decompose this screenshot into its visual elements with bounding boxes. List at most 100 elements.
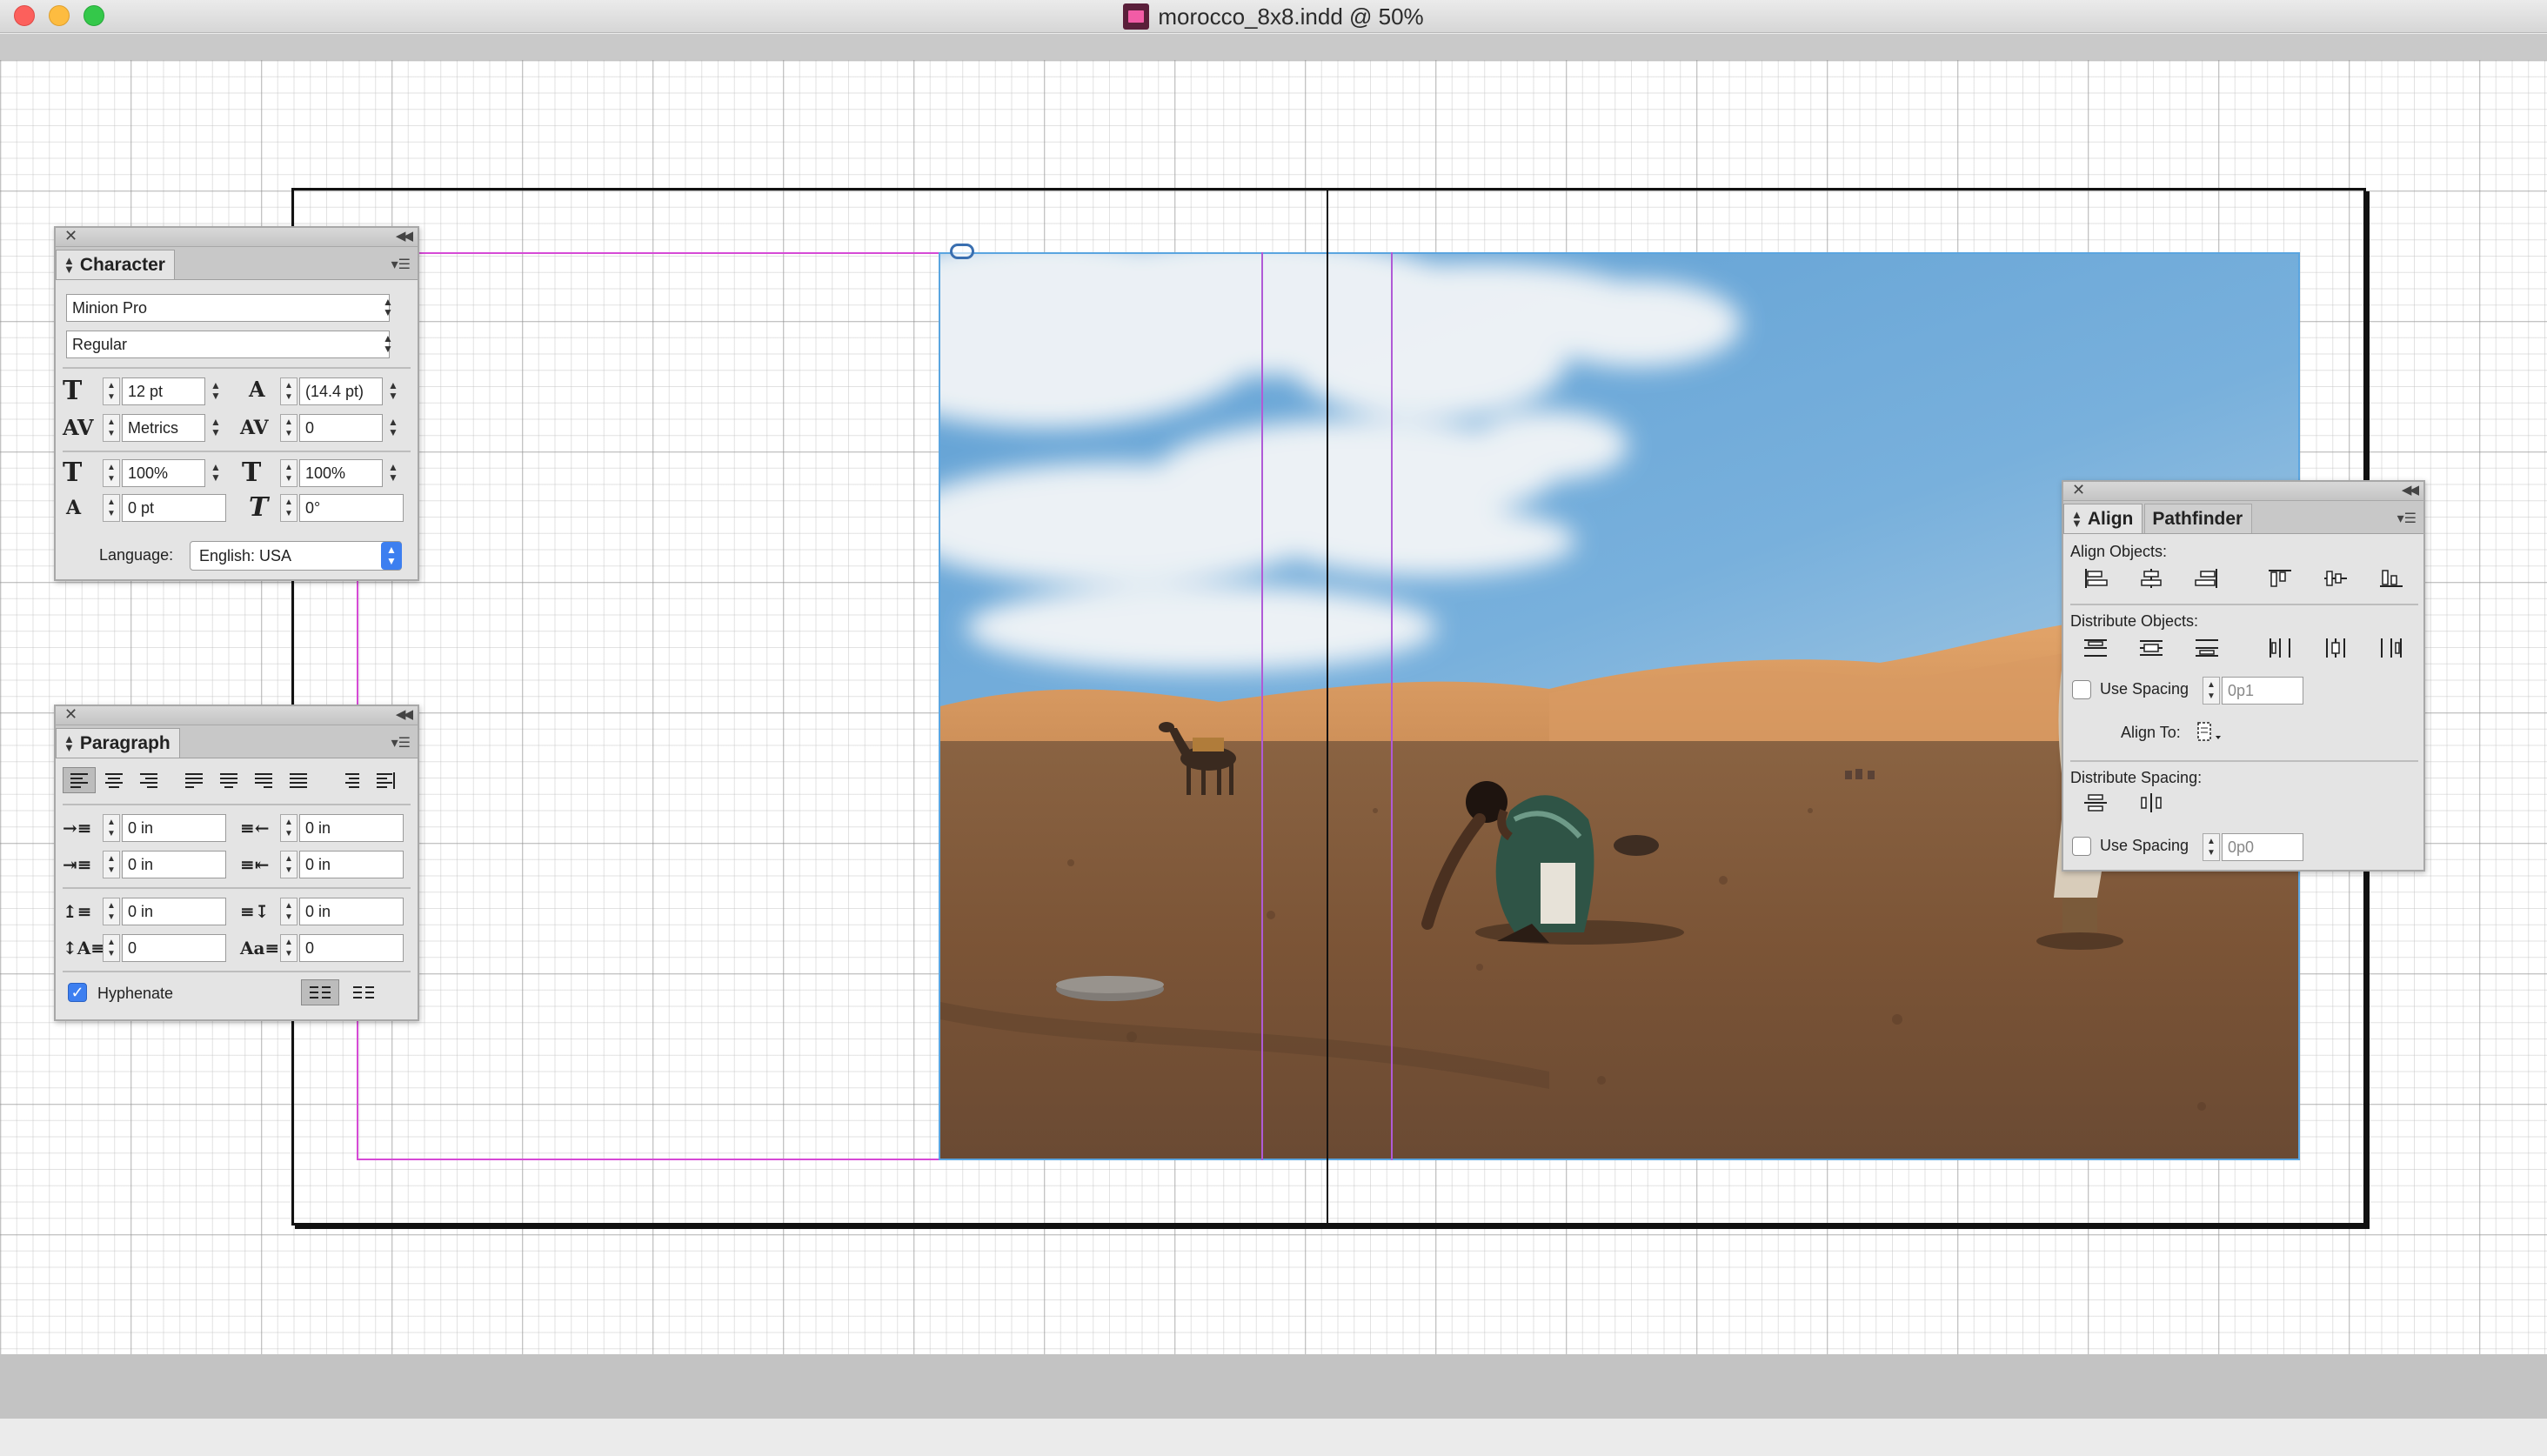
align-top-edges-icon[interactable]	[2263, 565, 2296, 591]
align-horizontal-centers-icon[interactable]	[2135, 565, 2168, 591]
font-style-field[interactable]: Regular	[66, 331, 390, 358]
distribute-horizontal-centers-icon[interactable]	[2319, 635, 2352, 661]
kerning-dropdown-icon[interactable]: ▲ ▼	[207, 414, 224, 442]
font-style-dropdown-icon[interactable]: ▲ ▼	[379, 331, 397, 358]
use-spacing-checkbox[interactable]	[2072, 680, 2091, 699]
leading-icon: A	[249, 377, 265, 402]
distribute-horizontal-space-icon[interactable]	[2135, 790, 2168, 816]
single-line-composer-icon[interactable]	[301, 979, 339, 1005]
vertical-scale-icon: T	[63, 458, 83, 488]
skew-field[interactable]: 0°	[299, 494, 404, 522]
horizontal-scale-dropdown-icon[interactable]: ▲ ▼	[384, 459, 402, 487]
align-right-edges-icon[interactable]	[2190, 565, 2223, 591]
close-panel-icon[interactable]: ✕	[64, 227, 77, 245]
vertical-scale-dropdown-icon[interactable]: ▲ ▼	[207, 459, 224, 487]
distribute-vertical-space-icon[interactable]	[2079, 790, 2112, 816]
drop-cap-lines-field[interactable]: 0	[122, 934, 226, 962]
panel-menu-icon[interactable]: ▾☰	[391, 734, 411, 751]
align-to-selection-icon[interactable]	[2189, 718, 2232, 745]
distribute-right-edges-icon[interactable]	[2375, 635, 2408, 661]
objects-spacing-stepper[interactable]: ▲ ▼	[2203, 677, 2220, 705]
objects-spacing-field[interactable]: 0p1	[2222, 677, 2303, 705]
right-indent-stepper[interactable]: ▲ ▼	[280, 814, 297, 842]
align-vertical-centers-icon[interactable]	[2319, 565, 2352, 591]
leading-field[interactable]: (14.4 pt)	[299, 377, 383, 405]
tab-toggle-icon: ▲ ▼	[2071, 508, 2082, 530]
last-line-indent-field[interactable]: 0 in	[299, 851, 404, 878]
distribute-vertical-centers-icon[interactable]	[2135, 635, 2168, 661]
tab-toggle-icon: ▲ ▼	[64, 254, 75, 276]
panel-menu-icon[interactable]: ▾☰	[2397, 510, 2417, 527]
use-spacing-checkbox-2[interactable]	[2072, 837, 2091, 856]
font-family-field[interactable]: Minion Pro	[66, 294, 390, 322]
kerning-field[interactable]: Metrics	[122, 414, 205, 442]
tracking-stepper[interactable]: ▲ ▼	[280, 414, 297, 442]
tab-align[interactable]: ▲ ▼ Align	[2063, 504, 2143, 533]
first-line-indent-field[interactable]: 0 in	[122, 851, 226, 878]
paragraph-panel: ✕ ◀◀ ▲ ▼ Paragraph ▾☰ →≡ ▲ ▼ 0 in ≡← ▲ ▼ 0 …	[54, 705, 419, 1021]
space-before-stepper[interactable]: ▲ ▼	[103, 898, 120, 925]
distribute-spacing-field[interactable]: 0p0	[2222, 833, 2303, 861]
right-indent-field[interactable]: 0 in	[299, 814, 404, 842]
drop-cap-lines-stepper[interactable]: ▲ ▼	[103, 934, 120, 962]
distribute-top-edges-icon[interactable]	[2079, 635, 2112, 661]
horizontal-scale-field[interactable]: 100%	[299, 459, 383, 487]
align-bottom-edges-icon[interactable]	[2375, 565, 2408, 591]
align-objects-label: Align Objects:	[2070, 543, 2168, 560]
left-indent-stepper[interactable]: ▲ ▼	[103, 814, 120, 842]
font-family-dropdown-icon[interactable]: ▲ ▼	[379, 294, 397, 322]
tracking-field[interactable]: 0	[299, 414, 383, 442]
collapse-panel-icon[interactable]: ◀◀	[396, 706, 413, 722]
align-left-button[interactable]	[63, 767, 96, 793]
left-indent-field[interactable]: 0 in	[122, 814, 226, 842]
font-size-stepper[interactable]: ▲ ▼	[103, 377, 120, 405]
justify-center-button[interactable]	[212, 767, 245, 793]
space-after-field[interactable]: 0 in	[299, 898, 404, 925]
panel-menu-icon[interactable]: ▾☰	[391, 256, 411, 273]
drop-cap-chars-stepper[interactable]: ▲ ▼	[280, 934, 297, 962]
left-indent-icon: →≡	[63, 818, 92, 838]
justify-right-button[interactable]	[247, 767, 280, 793]
baseline-shift-stepper[interactable]: ▲ ▼	[103, 494, 120, 522]
close-panel-icon[interactable]: ✕	[2072, 481, 2085, 499]
tab-paragraph[interactable]: ▲ ▼ Paragraph	[56, 728, 180, 758]
frame-link-icon[interactable]	[950, 244, 974, 259]
first-line-indent-stepper[interactable]: ▲ ▼	[103, 851, 120, 878]
language-dropdown-icon[interactable]: ▲ ▼	[381, 542, 402, 570]
leading-stepper[interactable]: ▲ ▼	[280, 377, 297, 405]
align-right-button[interactable]	[132, 767, 165, 793]
space-before-field[interactable]: 0 in	[122, 898, 226, 925]
font-size-dropdown-icon[interactable]: ▲ ▼	[207, 377, 224, 405]
distribute-spacing-stepper[interactable]: ▲ ▼	[2203, 833, 2220, 861]
vertical-scale-field[interactable]: 100%	[122, 459, 205, 487]
distribute-objects-label: Distribute Objects:	[2070, 612, 2199, 630]
tracking-dropdown-icon[interactable]: ▲ ▼	[384, 414, 402, 442]
align-left-edges-icon[interactable]	[2079, 565, 2112, 591]
distribute-bottom-edges-icon[interactable]	[2190, 635, 2223, 661]
language-select[interactable]: English: USA	[190, 541, 402, 571]
align-towards-spine-button[interactable]	[334, 767, 367, 793]
align-away-from-spine-button[interactable]	[369, 767, 402, 793]
close-panel-icon[interactable]: ✕	[64, 705, 77, 724]
align-center-button[interactable]	[97, 767, 130, 793]
distribute-left-edges-icon[interactable]	[2263, 635, 2296, 661]
span-columns-icon[interactable]	[344, 979, 383, 1005]
horizontal-scale-stepper[interactable]: ▲ ▼	[280, 459, 297, 487]
leading-dropdown-icon[interactable]: ▲ ▼	[384, 377, 402, 405]
drop-cap-chars-field[interactable]: 0	[299, 934, 404, 962]
justify-all-button[interactable]	[282, 767, 315, 793]
justify-left-button[interactable]	[177, 767, 211, 793]
baseline-shift-field[interactable]: 0 pt	[122, 494, 226, 522]
collapse-panel-icon[interactable]: ◀◀	[2402, 482, 2419, 498]
first-line-indent-icon: ⇥≡	[63, 854, 92, 875]
space-after-stepper[interactable]: ▲ ▼	[280, 898, 297, 925]
collapse-panel-icon[interactable]: ◀◀	[396, 228, 413, 244]
vertical-scale-stepper[interactable]: ▲ ▼	[103, 459, 120, 487]
font-size-field[interactable]: 12 pt	[122, 377, 205, 405]
tab-character[interactable]: ▲ ▼ Character	[56, 250, 175, 279]
kerning-stepper[interactable]: ▲ ▼	[103, 414, 120, 442]
last-line-indent-stepper[interactable]: ▲ ▼	[280, 851, 297, 878]
hyphenate-checkbox[interactable]: ✓	[68, 983, 87, 1002]
skew-stepper[interactable]: ▲ ▼	[280, 494, 297, 522]
tab-pathfinder[interactable]: Pathfinder	[2144, 504, 2253, 533]
